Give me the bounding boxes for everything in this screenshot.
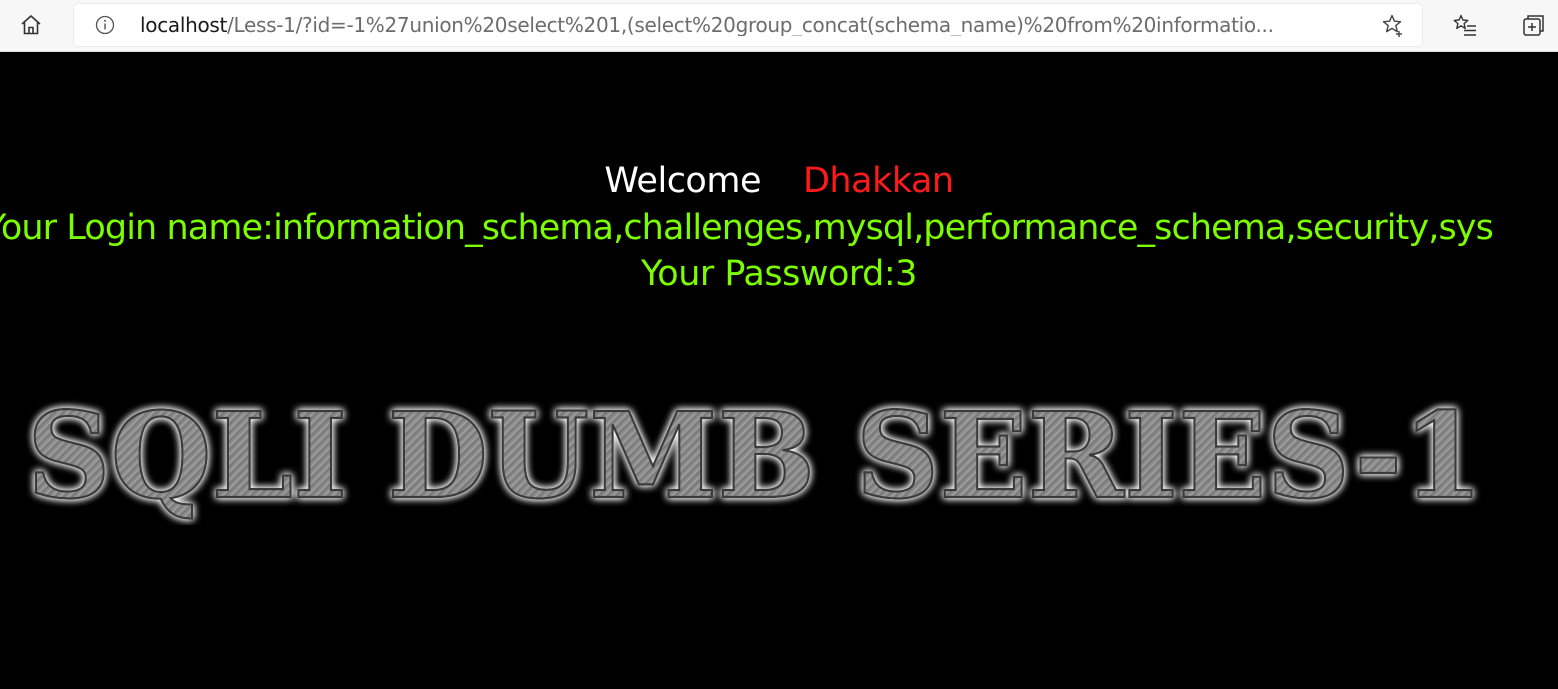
address-bar[interactable]: localhost/Less-1/?id=-1%27union%20select… (74, 4, 1422, 46)
sqli-dumb-series-banner: SQLI DUMB SERIES-1 (26, 385, 1484, 525)
collections-icon[interactable] (1514, 6, 1552, 44)
welcome-line: Welcome Dhakkan (0, 161, 1558, 201)
welcome-username: Dhakkan (802, 161, 954, 201)
url-host: localhost (140, 14, 228, 36)
url-path: /Less-1/?id=-1%27union%20select%201,(sel… (227, 14, 1274, 36)
banner-text: SQLI DUMB SERIES-1 (27, 386, 1483, 525)
info-icon[interactable] (95, 15, 115, 35)
welcome-label: Welcome (604, 161, 761, 201)
url-text[interactable]: localhost/Less-1/?id=-1%27union%20select… (140, 14, 1370, 36)
home-icon[interactable] (12, 6, 50, 44)
browser-toolbar: localhost/Less-1/?id=-1%27union%20select… (0, 0, 1558, 52)
favorites-list-icon[interactable] (1446, 6, 1484, 44)
login-name-result: Your Login name:information_schema,chall… (0, 208, 1494, 248)
star-plus-icon[interactable] (1374, 6, 1412, 44)
page-content: Welcome Dhakkan Your Login name:informati… (0, 53, 1558, 689)
password-result: Your Password:3 (641, 254, 917, 294)
